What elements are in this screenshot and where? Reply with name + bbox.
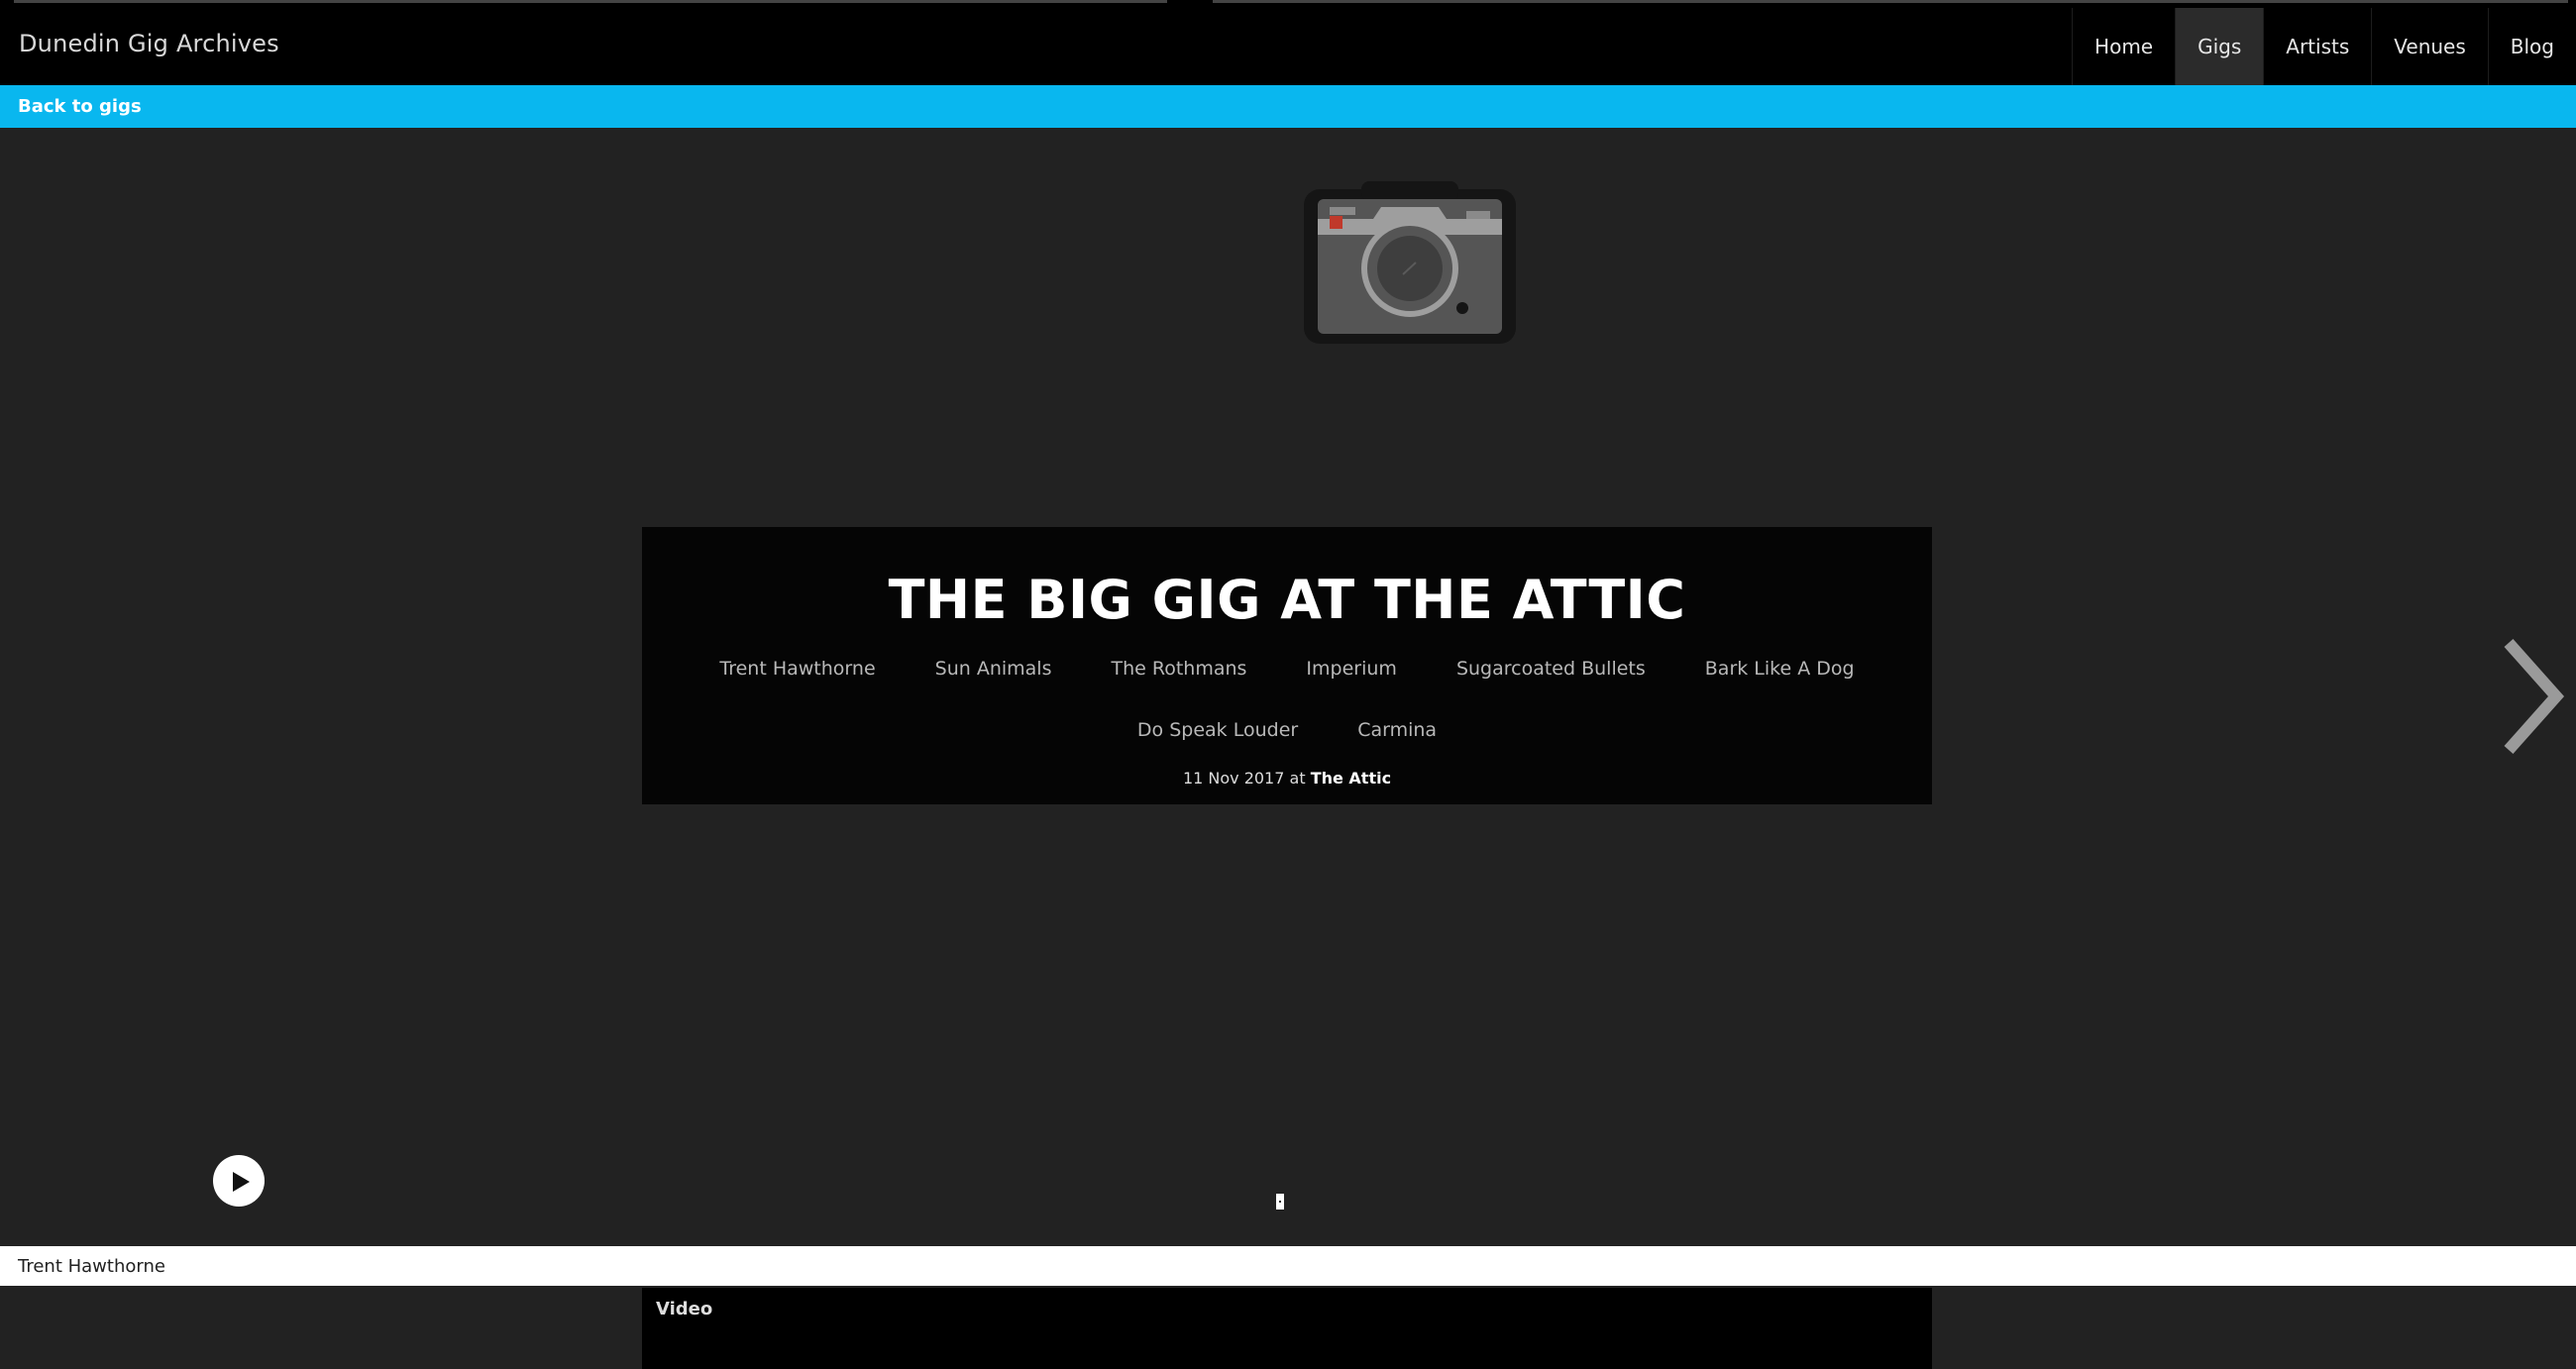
gig-date: 11 Nov 2017 xyxy=(1182,769,1285,788)
artist-link[interactable]: Sun Animals xyxy=(906,654,1082,684)
artist-list: Trent Hawthorne Sun Animals The Rothmans… xyxy=(682,654,1892,745)
nav-item-blog[interactable]: Blog xyxy=(2487,8,2576,85)
main-nav: Home Gigs Artists Venues Blog xyxy=(2072,8,2576,85)
at-word: at xyxy=(1289,769,1306,788)
artist-link[interactable]: The Rothmans xyxy=(1081,654,1276,684)
play-button[interactable] xyxy=(213,1155,265,1207)
artist-link[interactable]: Imperium xyxy=(1276,654,1427,684)
gig-date-venue: 11 Nov 2017 at The Attic xyxy=(642,769,1932,788)
top-border-segment xyxy=(14,0,1167,3)
artist-link[interactable]: Do Speak Louder xyxy=(1108,715,1328,745)
gig-info-panel: THE BIG GIG AT THE ATTIC Trent Hawthorne… xyxy=(642,527,1932,804)
sub-navbar: Back to gigs xyxy=(0,85,2576,128)
top-navbar: Dunedin Gig Archives Home Gigs Artists V… xyxy=(0,0,2576,85)
artist-link[interactable]: Sugarcoated Bullets xyxy=(1427,654,1675,684)
chevron-right-icon[interactable] xyxy=(2501,637,2566,760)
gig-title: THE BIG GIG AT THE ATTIC xyxy=(888,569,1686,631)
site-title-link[interactable]: Dunedin Gig Archives xyxy=(19,30,279,57)
now-playing-bar: Trent Hawthorne xyxy=(0,1246,2576,1286)
nav-item-venues[interactable]: Venues xyxy=(2371,8,2488,85)
top-border-segment xyxy=(1213,0,2568,3)
artist-link[interactable]: Bark Like A Dog xyxy=(1675,654,1884,684)
camera-icon xyxy=(1304,181,1516,348)
video-heading: Video xyxy=(656,1299,713,1319)
slide-indicator[interactable] xyxy=(1276,1194,1284,1210)
artist-link[interactable]: Trent Hawthorne xyxy=(690,654,905,684)
back-to-gigs-link[interactable]: Back to gigs xyxy=(18,96,142,117)
nav-item-gigs[interactable]: Gigs xyxy=(2175,8,2264,85)
video-section: Video xyxy=(642,1288,1932,1369)
top-border xyxy=(0,0,2576,4)
venue-link[interactable]: The Attic xyxy=(1311,769,1391,788)
play-icon xyxy=(233,1172,250,1192)
now-playing-title: Trent Hawthorne xyxy=(18,1256,165,1277)
artist-link[interactable]: Carmina xyxy=(1328,715,1466,745)
nav-item-home[interactable]: Home xyxy=(2072,8,2175,85)
nav-item-artists[interactable]: Artists xyxy=(2263,8,2371,85)
